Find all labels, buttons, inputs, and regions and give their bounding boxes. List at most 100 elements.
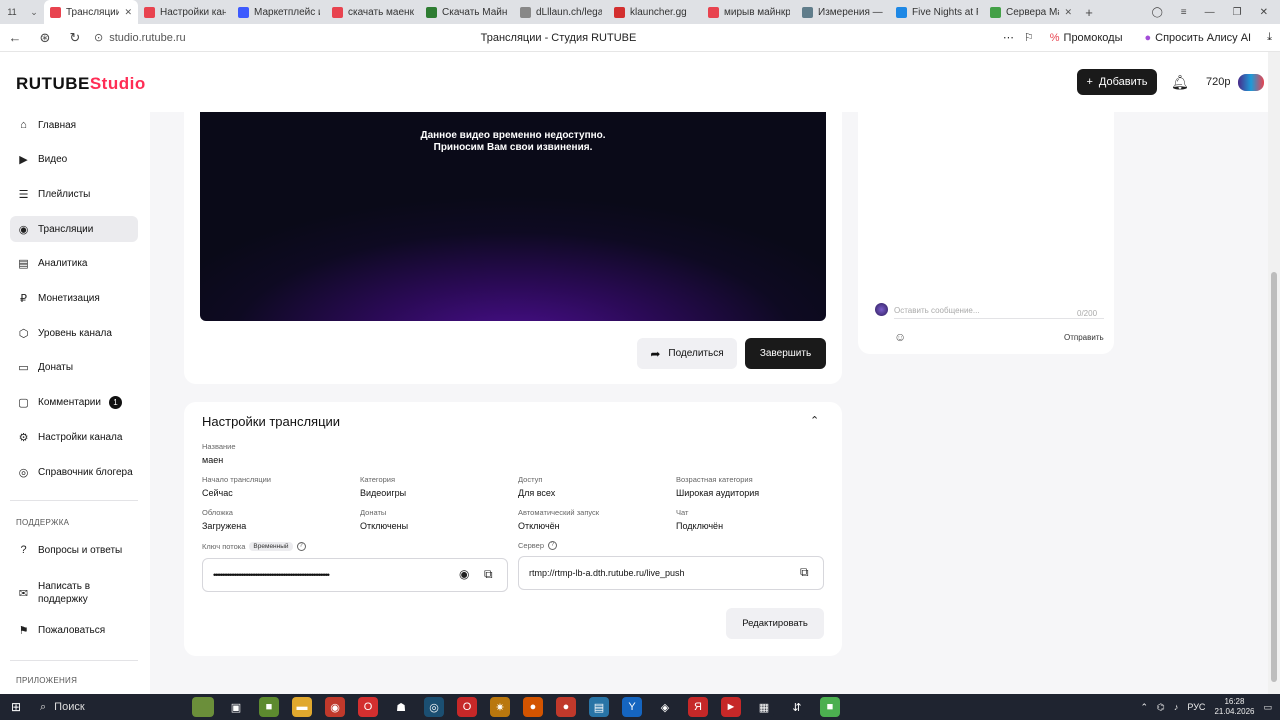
browser-tab[interactable]: мирыв майнкр (702, 0, 796, 24)
language-indicator[interactable]: РУС (1187, 702, 1205, 712)
sidebar-item[interactable]: ▢ Комментарии 1 (10, 390, 138, 416)
explorer-icon[interactable]: ▬ (292, 697, 312, 717)
sidebar-item[interactable]: ▭ Донаты (10, 355, 138, 381)
tab-list-chevron-icon[interactable]: ⌄ (24, 7, 44, 18)
rutube-studio-logo[interactable]: RUTUBEStudio (16, 74, 146, 94)
sidebar-item[interactable]: ◎ Справочник блогера (10, 459, 138, 485)
bookmark-icon[interactable]: ⚐ (1024, 31, 1034, 44)
quality-label[interactable]: 720p (1206, 76, 1230, 88)
browser-tab[interactable]: Five Nights at F (890, 0, 984, 24)
browser-tab[interactable]: dLllaun.ch/legac (514, 0, 608, 24)
browser-tab[interactable]: Сервера Ma ✕ (984, 0, 1078, 24)
sidebar-divider (10, 660, 138, 661)
tab-title: Измерения — F (818, 6, 884, 18)
opera-icon[interactable]: O (358, 697, 378, 717)
tray-chevron-icon[interactable]: ⌃ (1141, 702, 1149, 713)
help-icon[interactable]: ? (548, 541, 558, 550)
scrollbar-thumb[interactable] (1271, 272, 1277, 682)
chat-message-input[interactable]: Оставить сообщение... (894, 306, 1104, 319)
yandex-icon[interactable]: Я (688, 697, 708, 717)
video-player[interactable]: Данное видео временно недоступно. Принос… (200, 112, 826, 321)
tomato-app-icon[interactable]: ● (556, 697, 576, 717)
clock[interactable]: 16:28 21.04.2026 (1214, 697, 1254, 717)
new-tab-button[interactable]: + (1078, 5, 1100, 20)
store-app-icon[interactable]: ▤ (589, 697, 609, 717)
promo-button[interactable]: % Промокоды (1044, 29, 1129, 47)
browser-tab[interactable]: Скачать Майнкр (420, 0, 514, 24)
fire-app-icon[interactable]: ● (523, 697, 543, 717)
browser-tab[interactable]: скачать маенкр (326, 0, 420, 24)
terminal-app-icon[interactable]: ▦ (754, 697, 774, 717)
yandex-browser-icon[interactable]: Y (622, 697, 642, 717)
sidebar-divider (10, 500, 138, 501)
browser-tab[interactable]: Измерения — F (796, 0, 890, 24)
sidebar-item[interactable]: ☰ Плейлисты (10, 181, 138, 207)
chat-send-button[interactable]: Отправить (1064, 333, 1104, 342)
minecraft-launcher-icon[interactable]: ■ (820, 697, 840, 717)
end-stream-button[interactable]: Завершить (745, 338, 826, 369)
alice-button[interactable]: ● Спросить Алису AI (1139, 29, 1258, 47)
settings-title: Настройки трансляции (202, 414, 341, 429)
copy-icon[interactable]: ⧉ (484, 567, 493, 582)
server-label-row: Сервер ? (518, 541, 558, 550)
browser-tab[interactable]: Настройки канала (138, 0, 232, 24)
maps-app-icon[interactable]: ◈ (655, 697, 675, 717)
setting-label: Начало трансляции (202, 475, 271, 484)
sidebar-item[interactable]: ▶ Видео (10, 147, 138, 173)
volume-icon[interactable]: ♪ (1174, 702, 1179, 712)
support-item[interactable]: ? Вопросы и ответы (10, 537, 138, 563)
sidebar-item[interactable]: ⬡ Уровень канала (10, 320, 138, 346)
tab-close-icon[interactable]: ✕ (1064, 7, 1072, 18)
tab-count[interactable]: 11 (0, 7, 24, 17)
tt-app-icon[interactable]: ⇵ (787, 697, 807, 717)
emoji-icon[interactable]: ☺ (894, 330, 906, 344)
task-view-icon[interactable]: ▣ (226, 697, 246, 717)
sidebar-item[interactable]: ⌂ Главная (10, 112, 138, 138)
support-item[interactable]: ⚑ Пожаловаться (10, 617, 138, 643)
chevron-up-icon[interactable]: ⌃ (810, 414, 819, 427)
page-scrollbar[interactable] (1268, 52, 1280, 694)
sidebar-item[interactable]: ₽ Монетизация (10, 286, 138, 312)
support-item[interactable]: ✉ Написать в поддержку (10, 577, 138, 609)
chrome-icon[interactable]: ◉ (325, 697, 345, 717)
sidebar-item[interactable]: ◉ Трансляции (10, 216, 138, 243)
user-avatar[interactable] (1238, 74, 1264, 91)
add-label: Добавить (1098, 76, 1148, 88)
share-button[interactable]: ➦ Поделиться (637, 338, 737, 369)
tab-close-icon[interactable]: ✕ (124, 7, 132, 18)
tab-title: Сервера Ma (1006, 6, 1060, 18)
clock-time: 16:28 (1224, 697, 1245, 706)
profile-icon[interactable]: ◯ (1152, 7, 1163, 18)
hedgehog-widget-icon[interactable] (192, 697, 214, 717)
browser-tab[interactable]: Маркетплейс и (232, 0, 326, 24)
help-icon[interactable]: ? (296, 542, 306, 551)
minimize-icon[interactable]: — (1205, 7, 1215, 18)
server-field[interactable]: rtmp://rtmp-lb-a.dth.rutube.ru/live_push… (518, 556, 824, 590)
copy-icon[interactable]: ⧉ (800, 565, 809, 580)
steam-icon[interactable]: ◎ (424, 697, 444, 717)
edit-button[interactable]: Редактировать (726, 608, 824, 639)
more-icon[interactable]: ⋯ (1003, 31, 1014, 44)
add-button[interactable]: + Добавить (1077, 69, 1157, 95)
menu-icon[interactable]: ≡ (1181, 7, 1187, 18)
restore-icon[interactable]: ❐ (1233, 7, 1242, 18)
network-icon[interactable]: ⌬ (1157, 702, 1165, 713)
browser-tab[interactable]: Трансляции ✕ (44, 0, 138, 24)
browser-tab[interactable]: klauncher.gg (608, 0, 702, 24)
opera-gx-icon[interactable]: O (457, 697, 477, 717)
sidebar-item[interactable]: ⚙ Настройки канала (10, 424, 138, 450)
notification-center-icon[interactable]: ▭ (1263, 702, 1272, 713)
minecraft-icon[interactable]: ■ (259, 697, 279, 717)
media-app-icon[interactable]: ► (721, 697, 741, 717)
stream-key-field[interactable]: ••••••••••••••••••••••••••••••••••••••••… (202, 558, 508, 592)
windows-start-icon[interactable]: ⊞ (0, 700, 32, 714)
tab-title: скачать маенкр (348, 6, 414, 18)
spark-app-icon[interactable]: ✷ (490, 697, 510, 717)
notifications-bell-icon[interactable]: 🔔︎ (1171, 74, 1189, 91)
plus-icon: + (1086, 76, 1093, 88)
sidebar-item[interactable]: ▤ Аналитика (10, 251, 138, 277)
eye-icon[interactable]: ◉ (459, 567, 469, 581)
cat-app-icon[interactable]: ☗ (391, 697, 411, 717)
close-window-icon[interactable]: ✕ (1260, 7, 1268, 18)
download-icon[interactable]: ⤓ (1267, 31, 1272, 44)
